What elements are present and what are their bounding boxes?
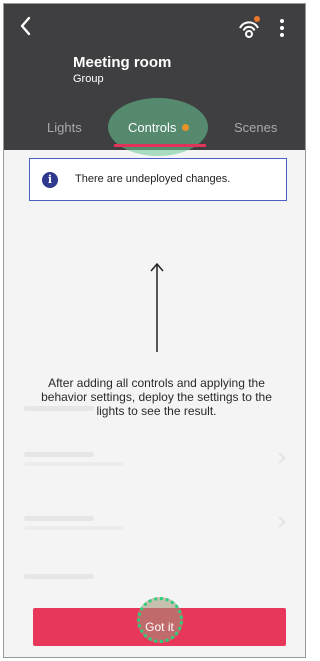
group-subtitle: Group	[73, 73, 104, 85]
tab-controls-label: Controls	[128, 120, 177, 135]
banner-text: There are undeployed changes.	[75, 173, 231, 185]
more-vertical-icon	[274, 19, 290, 37]
more-options-button[interactable]	[274, 18, 290, 40]
network-status-button[interactable]	[236, 16, 262, 42]
got-it-button[interactable]: Got it	[33, 597, 286, 646]
list-item	[24, 406, 284, 426]
header: Meeting room Group Lights Controls Scene…	[4, 4, 305, 156]
back-button[interactable]	[14, 14, 38, 38]
notification-dot	[254, 16, 260, 22]
tab-lights[interactable]: Lights	[47, 120, 82, 135]
up-arrow-icon	[150, 262, 164, 352]
tab-controls[interactable]: Controls	[128, 120, 190, 135]
list-item	[24, 452, 286, 472]
back-arrow-icon	[20, 16, 31, 36]
group-title: Meeting room	[73, 54, 172, 71]
list-item	[24, 516, 286, 536]
got-it-label: Got it	[145, 620, 174, 634]
app-screen: Meeting room Group Lights Controls Scene…	[3, 3, 306, 658]
undeployed-banner: i There are undeployed changes.	[29, 158, 287, 201]
info-icon: i	[42, 172, 58, 188]
list-item	[24, 574, 284, 594]
pending-changes-dot	[182, 124, 190, 131]
tab-scenes[interactable]: Scenes	[234, 120, 277, 135]
active-tab-indicator	[114, 144, 206, 147]
